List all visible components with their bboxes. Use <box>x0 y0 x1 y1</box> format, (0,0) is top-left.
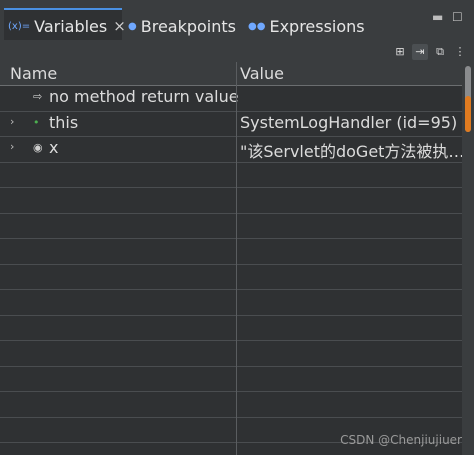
tab-bar: (x)= Variables × ● Breakpoints ●● Expres… <box>0 0 474 40</box>
tab-label: Breakpoints <box>140 16 236 36</box>
collapse-all-icon[interactable]: ⧉ <box>432 44 448 60</box>
empty-row <box>0 188 462 214</box>
column-divider[interactable] <box>236 62 237 455</box>
watermark: CSDN @Chenjiujiuer <box>340 433 462 447</box>
variable-value: "该Servlet的doGet方法被执… <box>240 142 462 161</box>
empty-row <box>0 239 462 265</box>
expand-chevron-icon[interactable]: › <box>10 140 14 153</box>
empty-row <box>0 341 462 367</box>
table-row[interactable]: › ◉ x "该Servlet的doGet方法被执… <box>0 137 462 163</box>
variables-table: ⇨ no method return value › • this System… <box>0 86 462 443</box>
variables-icon: (x)= <box>8 20 31 32</box>
show-type-names-icon[interactable]: ⊞ <box>392 44 408 60</box>
table-header: Name Value <box>0 62 462 86</box>
empty-row <box>0 265 462 290</box>
tab-breakpoints[interactable]: ● Breakpoints <box>128 12 236 40</box>
maximize-icon[interactable]: ☐ <box>452 10 463 24</box>
field-icon: • <box>33 115 40 129</box>
scroll-marker <box>465 96 471 132</box>
variable-name: this <box>49 112 79 132</box>
return-value-icon: ⇨ <box>33 90 43 103</box>
variable-value: SystemLogHandler (id=95) <box>240 112 458 132</box>
tab-label: Variables <box>34 16 108 36</box>
show-logical-structure-icon[interactable]: ⇥ <box>412 44 428 60</box>
close-icon[interactable]: × <box>113 17 126 35</box>
local-variable-icon: ◉ <box>33 141 43 154</box>
empty-row <box>0 392 462 418</box>
empty-row <box>0 316 462 341</box>
variable-name: no method return value <box>49 87 239 106</box>
column-header-value[interactable]: Value <box>240 64 284 83</box>
empty-row <box>0 367 462 392</box>
variable-name: x <box>49 138 59 157</box>
column-header-name[interactable]: Name <box>10 64 57 83</box>
breakpoints-icon: ● <box>128 20 137 32</box>
tab-variables[interactable]: (x)= Variables × <box>8 12 126 40</box>
expand-chevron-icon[interactable]: › <box>10 115 14 128</box>
table-row[interactable]: › • this SystemLogHandler (id=95) <box>0 112 462 137</box>
tab-label: Expressions <box>269 16 365 36</box>
empty-row <box>0 214 462 239</box>
empty-row <box>0 290 462 316</box>
expressions-icon: ●● <box>248 20 266 32</box>
minimize-icon[interactable]: ▬ <box>432 10 443 24</box>
empty-row <box>0 163 462 188</box>
view-menu-icon[interactable]: ⋮ <box>452 44 468 60</box>
tab-expressions[interactable]: ●● Expressions <box>248 12 365 40</box>
table-row[interactable]: ⇨ no method return value <box>0 86 462 112</box>
